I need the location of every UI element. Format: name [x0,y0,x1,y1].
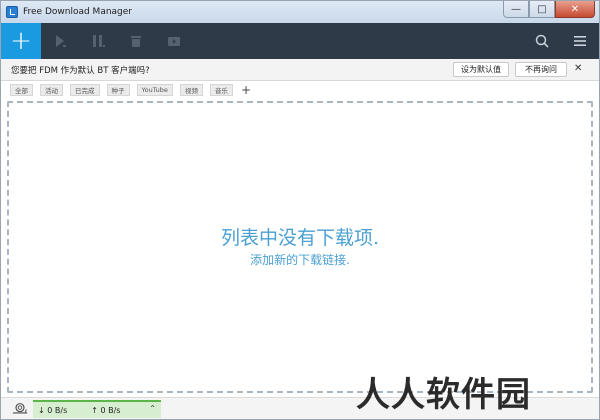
default-client-notice: 您要把 FDM 作为默认 BT 客户端吗? 设为默认值 不再询问 ✕ [1,59,599,81]
add-tag-button[interactable]: + [241,83,251,97]
chevron-up-icon[interactable]: ⌃ [149,404,156,413]
set-default-button[interactable]: 设为默认值 [453,62,509,77]
tag-active[interactable]: 活动 [40,84,63,96]
app-logo-icon [6,6,18,18]
toolbar: + [1,23,599,59]
maximize-button[interactable]: □ [529,1,555,18]
menu-icon[interactable] [561,23,599,59]
speed-panel[interactable]: ↓ 0 B/s ↑ 0 B/s ⌃ [33,400,161,418]
tag-all[interactable]: 全部 [10,84,33,96]
move-icon[interactable] [155,23,193,59]
tag-filter-bar: 全部 活动 已完成 种子 YouTube 视频 音乐 + [1,81,599,99]
app-window: Free Download Manager — □ ✕ + 您要把 FDM 作为… [0,0,600,420]
download-list-dropzone[interactable]: 列表中没有下载项. 添加新的下载链接. [7,101,593,393]
window-title: Free Download Manager [23,7,133,17]
minimize-button[interactable]: — [503,1,529,18]
empty-list-title: 列表中没有下载项. [220,227,380,249]
close-button[interactable]: ✕ [555,1,595,18]
watermark-logo: 人人软件园 [356,375,531,415]
tag-torrents[interactable]: 种子 [106,84,130,96]
toolbar-right [523,23,599,59]
tag-video[interactable]: 视频 [179,84,203,96]
notice-text: 您要把 FDM 作为默认 BT 客户端吗? [11,65,150,76]
tag-youtube[interactable]: YouTube [136,84,173,96]
notice-close-icon[interactable]: ✕ [574,63,582,74]
add-download-button[interactable]: + [1,23,41,59]
title-bar: Free Download Manager — □ ✕ [1,1,599,23]
empty-list-subtitle: 添加新的下载链接. [250,253,350,267]
tag-completed[interactable]: 已完成 [70,84,100,96]
snail-mode-icon[interactable] [9,398,31,420]
upload-speed: ↑ 0 B/s [91,405,121,415]
play-icon[interactable] [41,23,79,59]
pause-icon[interactable] [79,23,117,59]
search-icon[interactable] [523,23,561,59]
window-controls: — □ ✕ [503,1,595,18]
dont-ask-button[interactable]: 不再询问 [515,62,567,77]
delete-icon[interactable] [117,23,155,59]
tag-music[interactable]: 音乐 [209,84,233,96]
download-speed: ↓ 0 B/s [38,405,68,415]
